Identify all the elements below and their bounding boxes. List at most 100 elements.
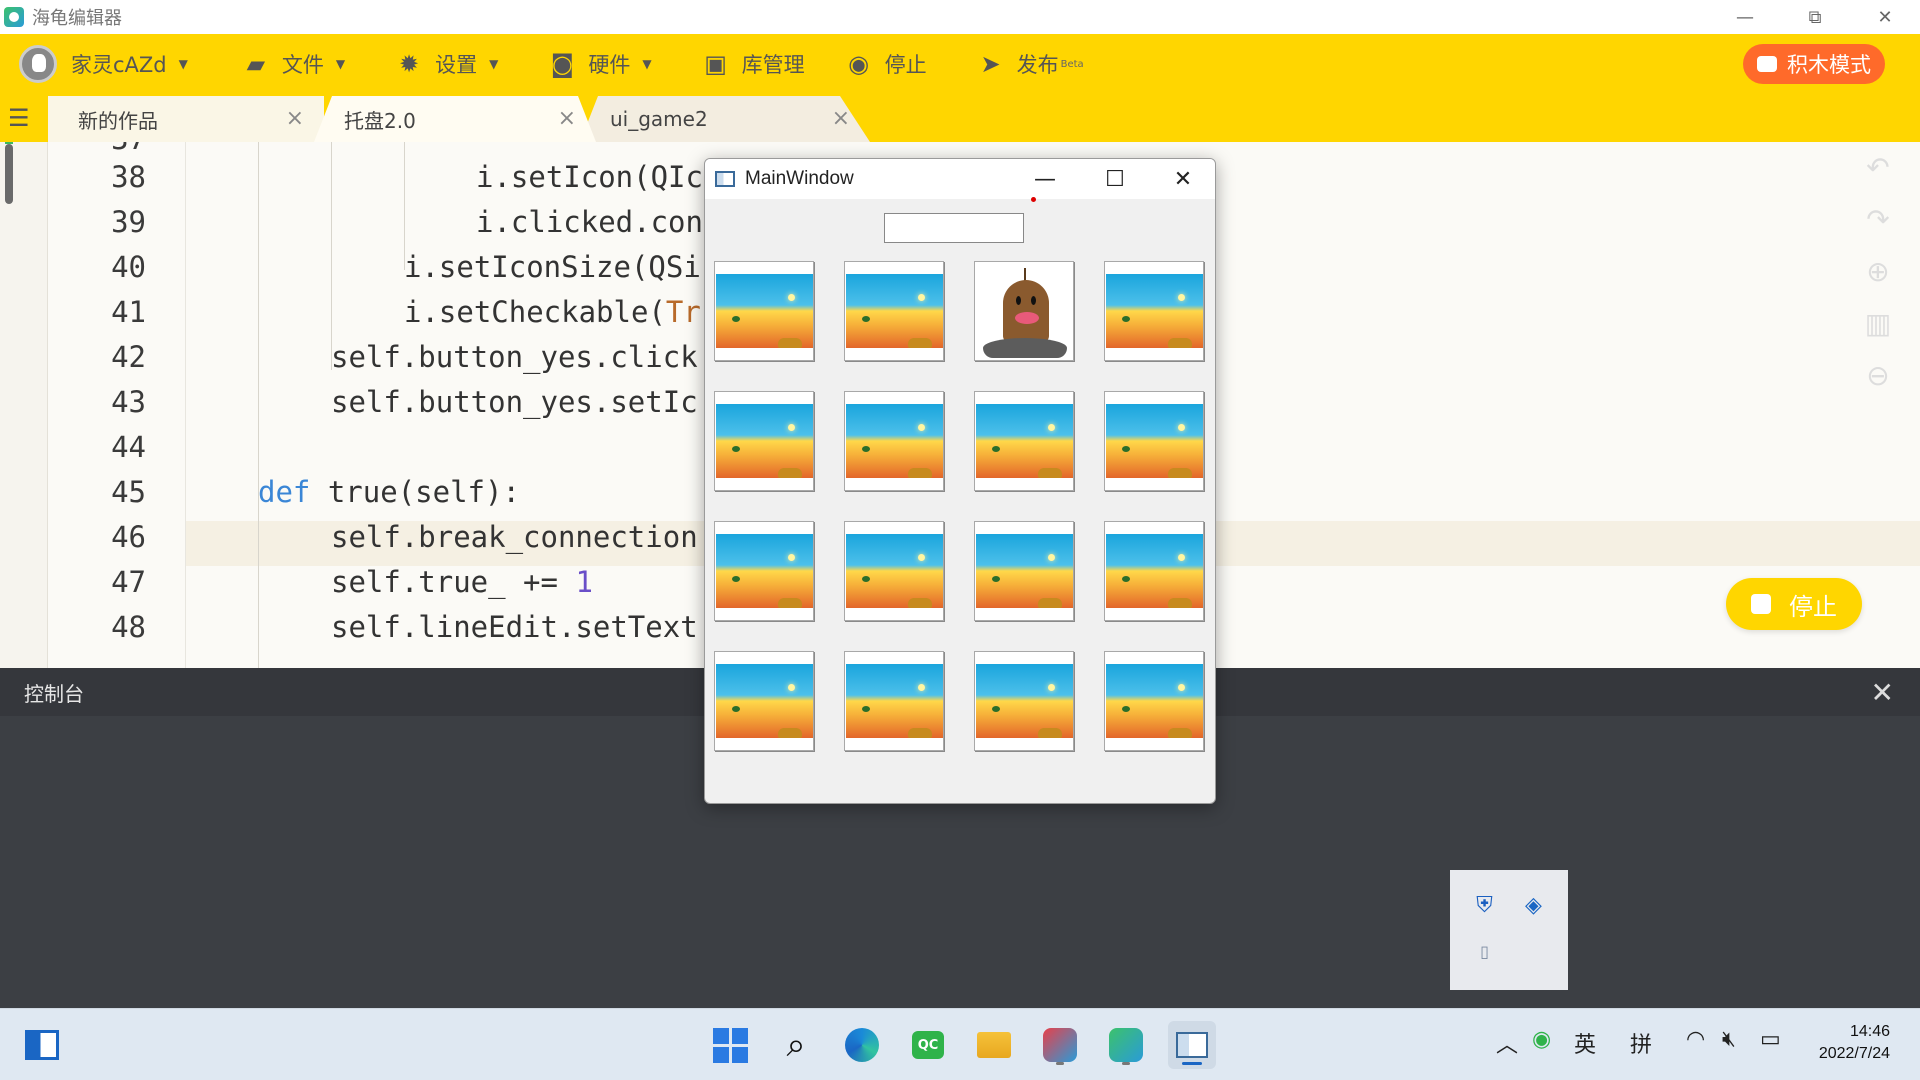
landscape-tile-button[interactable] (844, 391, 944, 491)
block-mode-button[interactable]: 积木模式 (1743, 44, 1885, 84)
undo-icon[interactable]: ↶ (1862, 152, 1894, 184)
landscape-tile-button[interactable] (714, 261, 814, 361)
user-name: 家灵cAZd (71, 53, 167, 77)
landscape-tile-button[interactable] (1104, 391, 1204, 491)
code-number: 1 (575, 565, 593, 599)
landscape-tile-button[interactable] (974, 391, 1074, 491)
sun-icon (918, 554, 925, 561)
tab-label: 托盘2.0 (344, 108, 416, 133)
rock-icon (778, 598, 802, 608)
tab-new-work[interactable]: 新的作品 × (48, 96, 324, 142)
zoom-out-icon[interactable]: ⊖ (1862, 360, 1894, 392)
publish-label: 发布 (1016, 53, 1059, 77)
landscape-tile-button[interactable] (844, 261, 944, 361)
stop-button[interactable]: ◉ 停止 (845, 34, 927, 94)
tab-tray-2[interactable]: 托盘2.0 × (314, 96, 596, 142)
settings-menu[interactable]: ✹ 设置 ▼ (395, 34, 498, 94)
tab-ui-game2[interactable]: ui_game2 × (580, 96, 870, 142)
start-windows-icon[interactable] (706, 1021, 754, 1069)
file-explorer-icon[interactable] (970, 1021, 1018, 1069)
zoom-reset-icon[interactable]: ▥ (1862, 308, 1894, 340)
plant-icon (862, 446, 870, 452)
qc-app-icon[interactable]: QC (904, 1021, 952, 1069)
game-app-icon[interactable] (1036, 1021, 1084, 1069)
tray-app-icon[interactable]: ▯ (1460, 930, 1509, 972)
plant-icon (1122, 446, 1130, 452)
turtle-editor-icon[interactable] (1102, 1021, 1150, 1069)
publish-button[interactable]: ➤ 发布 Beta (977, 34, 1084, 94)
app-title: 海龟编辑器 (32, 8, 122, 29)
landscape-tile-button[interactable] (714, 521, 814, 621)
line-number: 46 (111, 520, 146, 554)
tab-close-icon[interactable]: × (286, 106, 304, 131)
console-close-icon[interactable]: ✕ (1871, 676, 1894, 709)
battery-icon[interactable]: ▭ (1760, 1027, 1781, 1052)
rock-icon (1168, 728, 1192, 738)
library-manager-button[interactable]: ▣ 库管理 (702, 34, 804, 94)
folder-icon: ▰ (246, 50, 266, 78)
security-warning-icon[interactable]: ⛨ (1460, 884, 1509, 926)
minimize-button[interactable]: — (1013, 159, 1077, 199)
main-window-dialog: MainWindow — ☐ ✕ (704, 158, 1216, 804)
tab-bar: ☰ 新的作品 × ui_game2 × 托盘2.0 × (0, 94, 1920, 142)
landscape-tile-button[interactable] (844, 651, 944, 751)
turtle-logo-icon (4, 7, 24, 27)
landscape-tile-button[interactable] (844, 521, 944, 621)
rock-icon (908, 468, 932, 478)
landscape-image-icon (976, 404, 1073, 478)
stop-label: 停止 (884, 53, 927, 77)
speaker-muted-icon[interactable]: 🔇︎ (1722, 1027, 1736, 1052)
tab-close-icon[interactable]: × (832, 106, 850, 131)
ime-language[interactable]: 英 (1574, 1027, 1596, 1059)
landscape-tile-button[interactable] (1104, 261, 1204, 361)
zoom-in-icon[interactable]: ⊕ (1862, 256, 1894, 288)
landscape-tile-button[interactable] (1104, 651, 1204, 751)
plant-icon (862, 316, 870, 322)
maximize-button[interactable]: ☐ (1083, 159, 1147, 199)
code-text-main: true(self): (310, 475, 520, 509)
system-clock[interactable]: 14:46 2022/7/24 (1819, 1021, 1890, 1065)
tray-green-icon[interactable]: ◉ (1532, 1027, 1551, 1052)
chevron-down-icon: ▼ (642, 57, 652, 71)
sidebar-toggle-icon[interactable]: ☰ (8, 106, 38, 132)
avatar[interactable] (19, 45, 57, 83)
line-number: 42 (111, 340, 146, 374)
line-edit-input[interactable] (884, 213, 1024, 243)
tray-overflow-popup: ⛨ ◈ ▯ (1450, 870, 1568, 990)
window-app-icon (715, 171, 735, 187)
restore-button[interactable]: ⧉ (1780, 0, 1850, 34)
mole-tile-button[interactable] (974, 261, 1074, 361)
tab-close-icon[interactable]: × (558, 106, 576, 131)
ime-mode[interactable]: 拼 (1630, 1027, 1652, 1059)
rock-icon (778, 728, 802, 738)
redo-icon[interactable]: ↷ (1862, 204, 1894, 236)
mole-rocks (983, 338, 1067, 358)
hardware-menu[interactable]: ◙ 硬件 ▼ (548, 34, 652, 94)
active-indicator (1182, 1062, 1202, 1065)
wifi-icon[interactable]: ◠ (1686, 1027, 1705, 1052)
minimize-button[interactable]: — (1710, 0, 1780, 34)
rock-icon (1168, 338, 1192, 348)
close-button[interactable]: ✕ (1151, 159, 1215, 199)
widgets-icon[interactable] (18, 1021, 66, 1069)
edge-browser-icon[interactable] (838, 1021, 886, 1069)
landscape-tile-button[interactable] (714, 391, 814, 491)
run-stop-button[interactable]: 停止 (1726, 578, 1862, 630)
user-menu[interactable]: 家灵cAZd ▼ (71, 34, 188, 94)
landscape-tile-button[interactable] (714, 651, 814, 751)
file-menu[interactable]: ▰ 文件 ▼ (242, 34, 345, 94)
line-number: 47 (111, 565, 146, 599)
landscape-tile-button[interactable] (974, 651, 1074, 751)
chevron-up-icon[interactable]: ︿ (1496, 1027, 1518, 1059)
search-icon[interactable]: ⌕ (772, 1021, 820, 1069)
landscape-tile-button[interactable] (1104, 521, 1204, 621)
code-text-main: i.setCheckable( (404, 295, 666, 329)
defender-shield-icon[interactable]: ◈ (1509, 884, 1558, 926)
close-button[interactable]: ✕ (1850, 0, 1920, 34)
library-box-icon: ▣ (704, 50, 727, 78)
landscape-tile-button[interactable] (974, 521, 1074, 621)
sun-icon (788, 294, 795, 301)
landscape-image-icon (976, 534, 1073, 608)
python-window-icon[interactable] (1168, 1021, 1216, 1069)
rock-icon (908, 728, 932, 738)
